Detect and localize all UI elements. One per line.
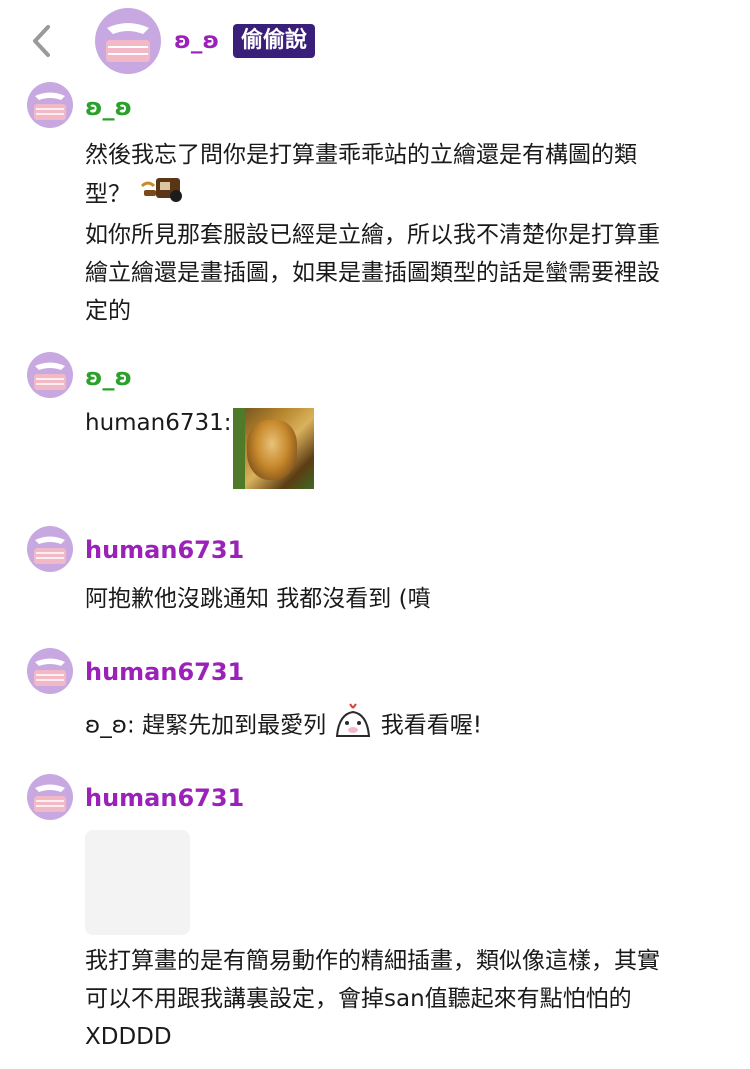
chat-title: ʚ_ʚ (174, 28, 220, 54)
avatar[interactable] (95, 8, 161, 74)
message-username[interactable]: human6731 (85, 783, 244, 813)
message-username[interactable]: ʚ_ʚ (85, 362, 132, 392)
message-text: ʚ_ʚ: 趕緊先加到最愛列 我看看喔! (85, 702, 720, 750)
sticker-icon (138, 174, 188, 216)
reply-prefix: human6731: (85, 410, 232, 436)
message-text: 阿抱歉他沒跳通知 我都沒看到 (噴 (85, 586, 431, 612)
anonymous-badge: 偷偷說 (233, 24, 316, 58)
message-text: 然後我忘了問你是打算畫乖乖站的立繪還是有構圖的類 型？ 如你所見那套服設已經是立… (85, 142, 660, 324)
avatar[interactable] (27, 774, 73, 820)
message-text: 我打算畫的是有簡易動作的精細插畫，類似像這樣，其實 可以不用跟我講裏設定，會掉s… (85, 948, 660, 1050)
peeking-sticker-icon (333, 702, 373, 750)
chevron-left-icon (33, 25, 50, 57)
avatar[interactable] (27, 648, 73, 694)
image-placeholder[interactable] (85, 830, 190, 935)
message-username[interactable]: ʚ_ʚ (85, 92, 132, 122)
avatar[interactable] (27, 82, 73, 128)
back-button[interactable] (26, 22, 58, 60)
avatar[interactable] (27, 526, 73, 572)
avatar[interactable] (27, 352, 73, 398)
message-username[interactable]: human6731 (85, 657, 244, 687)
chat-header: ʚ_ʚ 偷偷說 (0, 0, 750, 84)
image-thumbnail[interactable] (233, 408, 314, 489)
message-username[interactable]: human6731 (85, 535, 244, 565)
